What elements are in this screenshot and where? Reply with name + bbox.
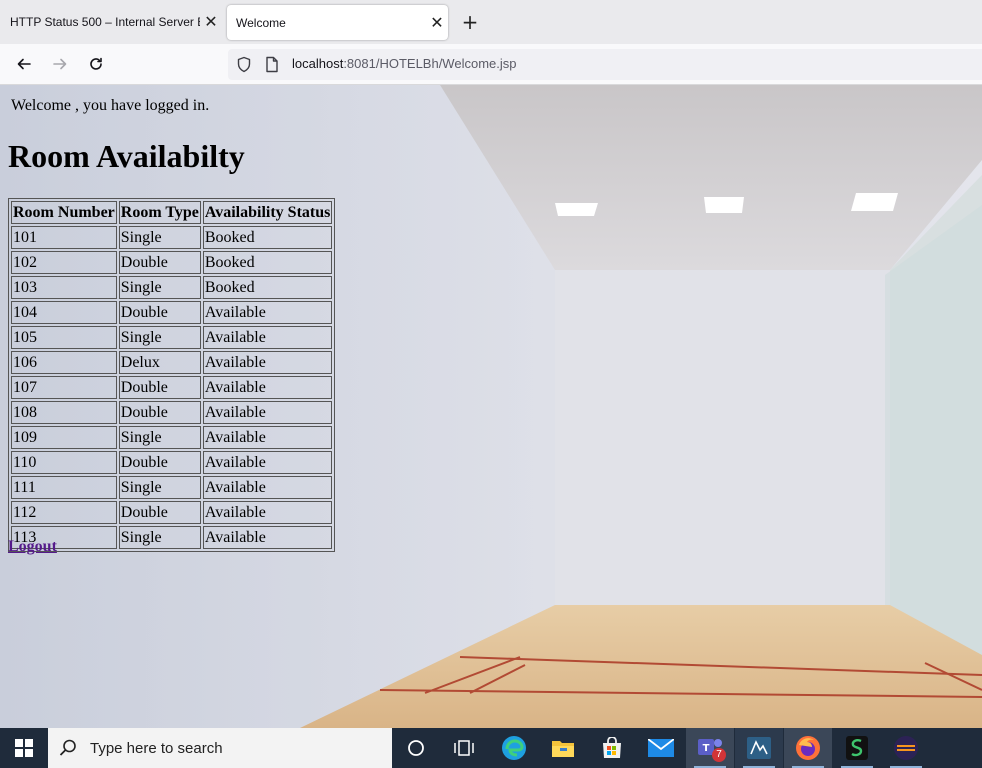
table-row: 107 Double Available: [11, 376, 333, 399]
mysql-workbench-icon[interactable]: [735, 728, 783, 768]
room-number-cell: 112: [11, 501, 117, 524]
room-type-cell: Single: [118, 526, 201, 549]
tab-title: HTTP Status 500 – Internal Server Error: [10, 15, 200, 29]
mail-icon[interactable]: [637, 728, 685, 768]
room-number-cell: 101: [11, 226, 117, 249]
search-icon: [59, 739, 76, 756]
table-row: 112 Double Available: [11, 501, 333, 524]
room-number-cell: 107: [11, 376, 117, 399]
navigation-toolbar: localhost:8081/HOTELBh/Welcome.jsp: [0, 44, 982, 85]
availability-status-cell: Available: [202, 351, 333, 374]
app-s-icon[interactable]: [833, 728, 881, 768]
room-type-cell: Double: [118, 401, 201, 424]
availability-status-cell: Available: [202, 451, 333, 474]
table-row: 101 Single Booked: [11, 226, 333, 249]
firefox-icon[interactable]: [784, 728, 832, 768]
room-number-cell: 102: [11, 251, 117, 274]
welcome-message: Welcome , you have logged in.: [11, 97, 210, 114]
table-row: 104 Double Available: [11, 301, 333, 324]
table-row: 109 Single Available: [11, 426, 333, 449]
room-type-cell: Single: [118, 226, 201, 249]
room-number-cell: 106: [11, 351, 117, 374]
edge-icon[interactable]: [490, 728, 538, 768]
column-header: Availability Status: [202, 201, 333, 224]
availability-status-cell: Available: [202, 526, 333, 549]
search-placeholder: Type here to search: [90, 739, 223, 757]
table-body: 101 Single Booked 102 Double Booked 103 Single B…: [11, 226, 333, 549]
room-type-cell: Double: [118, 301, 201, 324]
room-number-cell: 104: [11, 301, 117, 324]
table-header-row: Room Number Room Type Availability Statu…: [11, 201, 333, 224]
windows-logo-icon: [15, 739, 33, 757]
availability-status-cell: Available: [202, 401, 333, 424]
table-row: 103 Single Booked: [11, 276, 333, 299]
room-type-cell: Double: [118, 501, 201, 524]
table-row: 110 Double Available: [11, 451, 333, 474]
column-header: Room Type: [118, 201, 201, 224]
room-type-cell: Single: [118, 476, 201, 499]
availability-status-cell: Available: [202, 376, 333, 399]
availability-status-cell: Available: [202, 476, 333, 499]
store-icon[interactable]: [588, 728, 636, 768]
svg-text:T: T: [703, 743, 710, 754]
new-tab-plus-icon[interactable]: +: [458, 10, 482, 34]
table-row: 105 Single Available: [11, 326, 333, 349]
logout-link[interactable]: Logout: [8, 538, 57, 556]
tab-strip: HTTP Status 500 – Internal Server Error …: [0, 0, 982, 44]
room-type-cell: Delux: [118, 351, 201, 374]
back-arrow-icon[interactable]: [12, 52, 36, 76]
page-title: Room Availabilty: [8, 138, 245, 174]
page-info-icon[interactable]: [265, 56, 279, 77]
table-row: 108 Double Available: [11, 401, 333, 424]
availability-status-cell: Available: [202, 326, 333, 349]
file-explorer-icon[interactable]: [539, 728, 587, 768]
room-number-cell: 111: [11, 476, 117, 499]
table-row: 113 Single Available: [11, 526, 333, 549]
column-header: Room Number: [11, 201, 117, 224]
task-view-icon[interactable]: [440, 728, 488, 768]
start-button[interactable]: [0, 728, 48, 768]
room-type-cell: Single: [118, 276, 201, 299]
availability-status-cell: Booked: [202, 276, 333, 299]
url-path: :8081/HOTELBh/Welcome.jsp: [343, 56, 517, 71]
table-row: 111 Single Available: [11, 476, 333, 499]
shield-icon[interactable]: [236, 56, 252, 77]
windows-taskbar: Type here to search T 7: [0, 728, 982, 768]
availability-status-cell: Available: [202, 426, 333, 449]
room-availability-table: Room Number Room Type Availability Statu…: [8, 198, 336, 552]
table-row: 106 Delux Available: [11, 351, 333, 374]
availability-status-cell: Available: [202, 501, 333, 524]
tab-http-status-500[interactable]: HTTP Status 500 – Internal Server Error …: [0, 0, 222, 44]
cortana-icon[interactable]: [392, 728, 440, 768]
eclipse-icon[interactable]: [882, 728, 930, 768]
teams-icon[interactable]: T 7: [686, 728, 734, 768]
forward-arrow-icon[interactable]: [48, 52, 72, 76]
room-type-cell: Single: [118, 326, 201, 349]
address-bar[interactable]: localhost:8081/HOTELBh/Welcome.jsp: [228, 49, 982, 80]
close-tab-icon[interactable]: ✕: [200, 12, 222, 32]
page-viewport: Welcome , you have logged in. Room Avail…: [0, 85, 982, 728]
close-tab-icon[interactable]: ✕: [426, 13, 448, 33]
room-number-cell: 108: [11, 401, 117, 424]
reload-icon[interactable]: [84, 52, 108, 76]
availability-status-cell: Booked: [202, 226, 333, 249]
room-type-cell: Single: [118, 426, 201, 449]
url-text[interactable]: localhost:8081/HOTELBh/Welcome.jsp: [292, 56, 516, 71]
room-number-cell: 109: [11, 426, 117, 449]
taskbar-search-box[interactable]: Type here to search: [48, 728, 392, 768]
tab-welcome[interactable]: Welcome ✕: [227, 5, 448, 40]
room-type-cell: Double: [118, 376, 201, 399]
availability-status-cell: Booked: [202, 251, 333, 274]
room-number-cell: 110: [11, 451, 117, 474]
teams-notification-badge: 7: [712, 748, 726, 762]
room-type-cell: Double: [118, 251, 201, 274]
room-number-cell: 103: [11, 276, 117, 299]
tab-title: Welcome: [236, 15, 286, 30]
url-host: localhost: [292, 56, 344, 71]
availability-status-cell: Available: [202, 301, 333, 324]
table-row: 102 Double Booked: [11, 251, 333, 274]
room-number-cell: 105: [11, 326, 117, 349]
room-type-cell: Double: [118, 451, 201, 474]
